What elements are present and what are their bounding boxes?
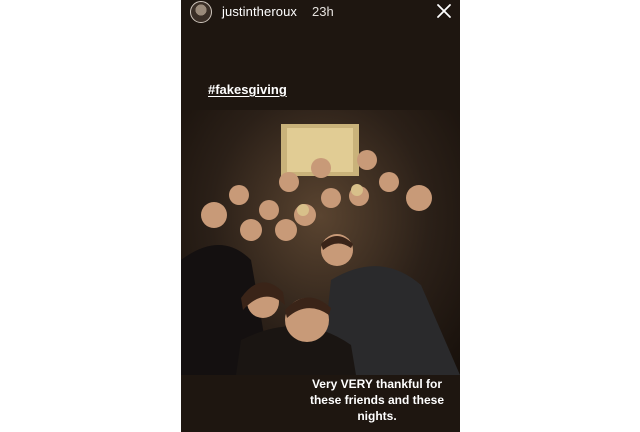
- close-icon: [437, 4, 451, 18]
- story-photo: [181, 110, 460, 375]
- story-viewer: justintheroux 23h #fakesgiving Very VERY…: [181, 0, 460, 432]
- group-selfie-image: [181, 124, 460, 375]
- hashtag-sticker[interactable]: #fakesgiving: [208, 82, 287, 97]
- close-button[interactable]: [434, 1, 454, 21]
- timestamp: 23h: [312, 4, 334, 19]
- username[interactable]: justintheroux: [222, 4, 297, 19]
- story-header: justintheroux 23h: [181, 0, 460, 26]
- avatar[interactable]: [190, 1, 212, 23]
- story-caption: Very VERY thankful for these friends and…: [309, 377, 445, 423]
